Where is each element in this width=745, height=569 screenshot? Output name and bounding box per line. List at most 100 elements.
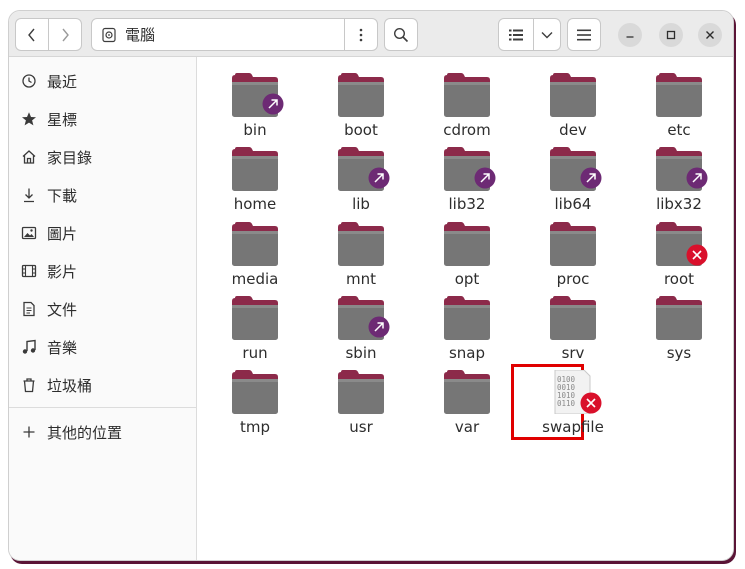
forward-button[interactable]	[48, 18, 82, 51]
folder-icon	[444, 296, 490, 340]
file-name-label: boot	[344, 121, 378, 139]
path-bar[interactable]: 電腦	[91, 18, 345, 51]
folder-item-lib64[interactable]: lib64	[528, 139, 618, 213]
maximize-icon	[666, 30, 676, 40]
folder-icon	[338, 73, 384, 117]
folder-item-run[interactable]: run	[210, 288, 300, 362]
file-grid: bin boot cdrom dev etc home lib lib32 lib64 libx3…	[198, 57, 733, 560]
folder-item-bin[interactable]: bin	[210, 65, 300, 139]
file-name-label: dev	[559, 121, 587, 139]
sidebar-item-label: 下載	[47, 186, 78, 205]
folder-icon	[656, 73, 702, 117]
folder-item-snap[interactable]: snap	[422, 288, 512, 362]
music-icon	[21, 339, 37, 355]
folder-item-sbin[interactable]: sbin	[316, 288, 406, 362]
file-item-swapfile[interactable]: 0100 0010 1010 0110 swapfile	[528, 362, 618, 436]
search-button[interactable]	[384, 18, 418, 51]
sidebar-item-label: 音樂	[47, 338, 78, 357]
folder-icon	[232, 370, 278, 414]
sidebar-item-label: 文件	[47, 300, 78, 319]
plus-icon	[21, 424, 37, 440]
file-name-label: cdrom	[443, 121, 491, 139]
file-name-label: libx32	[656, 195, 702, 213]
folder-icon	[232, 296, 278, 340]
folder-icon	[550, 222, 596, 266]
svg-text:0110: 0110	[557, 399, 576, 408]
sidebar-item-documents[interactable]: 文件	[9, 293, 196, 325]
sidebar-item-videos[interactable]: 影片	[9, 255, 196, 287]
file-name-label: bin	[243, 121, 267, 139]
file-name-label: run	[242, 344, 268, 362]
sidebar-item-home[interactable]: 家目錄	[9, 141, 196, 173]
file-name-label: home	[233, 195, 277, 213]
minimize-button[interactable]	[618, 23, 642, 47]
folder-item-tmp[interactable]: tmp	[210, 362, 300, 436]
sidebar-item-label: 影片	[47, 262, 78, 281]
folder-item-usr[interactable]: usr	[316, 362, 406, 436]
folder-item-mnt[interactable]: mnt	[316, 214, 406, 288]
folder-item-lib[interactable]: lib	[316, 139, 406, 213]
file-name-label: srv	[561, 344, 585, 362]
header-bar: 電腦	[9, 11, 733, 57]
folder-item-libx32[interactable]: libx32	[634, 139, 724, 213]
folder-item-home[interactable]: home	[210, 139, 300, 213]
folder-icon	[550, 73, 596, 117]
file-name-label: tmp	[239, 418, 270, 436]
close-button[interactable]	[698, 23, 722, 47]
sidebar-item-label: 垃圾桶	[47, 376, 93, 395]
sidebar-item-downloads[interactable]: 下載	[9, 179, 196, 211]
folder-item-root[interactable]: root	[634, 214, 724, 288]
folder-icon	[444, 73, 490, 117]
file-name-label: sbin	[345, 344, 377, 362]
symlink-badge-icon	[580, 167, 602, 189]
symlink-badge-icon	[368, 167, 390, 189]
video-icon	[21, 263, 37, 279]
folder-item-opt[interactable]: opt	[422, 214, 512, 288]
maximize-button[interactable]	[659, 23, 683, 47]
main-menu-button[interactable]	[567, 18, 601, 51]
chevron-left-icon	[28, 28, 35, 41]
folder-item-media[interactable]: media	[210, 214, 300, 288]
sidebar-item-starred[interactable]: 星標	[9, 103, 196, 135]
folder-icon	[232, 222, 278, 266]
folder-item-lib32[interactable]: lib32	[422, 139, 512, 213]
trash-icon	[21, 377, 37, 393]
folder-icon	[232, 147, 278, 191]
no-access-badge-icon	[686, 244, 708, 266]
sidebar-item-music[interactable]: 音樂	[9, 331, 196, 363]
folder-icon	[338, 222, 384, 266]
sidebar-item-recent[interactable]: 最近	[9, 65, 196, 97]
folder-icon	[444, 370, 490, 414]
folder-item-var[interactable]: var	[422, 362, 512, 436]
file-name-label: media	[231, 270, 279, 288]
file-name-label: proc	[556, 270, 590, 288]
star-icon	[21, 111, 37, 127]
back-button[interactable]	[15, 18, 49, 51]
sidebar-item-label: 圖片	[47, 224, 78, 243]
chevron-down-icon	[541, 31, 553, 38]
home-icon	[21, 149, 37, 165]
close-icon	[706, 31, 714, 39]
folder-item-boot[interactable]: boot	[316, 65, 406, 139]
view-mode-button[interactable]	[498, 18, 534, 51]
folder-item-etc[interactable]: etc	[634, 65, 724, 139]
folder-icon	[656, 296, 702, 340]
folder-item-dev[interactable]: dev	[528, 65, 618, 139]
sidebar-item-pictures[interactable]: 圖片	[9, 217, 196, 249]
file-name-label: var	[454, 418, 480, 436]
file-name-label: snap	[448, 344, 486, 362]
sidebar-item-other-locations[interactable]: 其他的位置	[9, 416, 196, 448]
file-name-label: etc	[667, 121, 691, 139]
document-icon	[21, 301, 37, 317]
folder-item-srv[interactable]: srv	[528, 288, 618, 362]
symlink-badge-icon	[686, 167, 708, 189]
path-menu-button[interactable]	[344, 18, 378, 51]
symlink-badge-icon	[368, 316, 390, 338]
folder-item-cdrom[interactable]: cdrom	[422, 65, 512, 139]
sidebar-item-trash[interactable]: 垃圾桶	[9, 369, 196, 401]
file-name-label: mnt	[346, 270, 376, 288]
folder-item-proc[interactable]: proc	[528, 214, 618, 288]
recent-clock-icon	[21, 73, 37, 89]
folder-item-sys[interactable]: sys	[634, 288, 724, 362]
view-options-dropdown[interactable]	[533, 18, 561, 51]
